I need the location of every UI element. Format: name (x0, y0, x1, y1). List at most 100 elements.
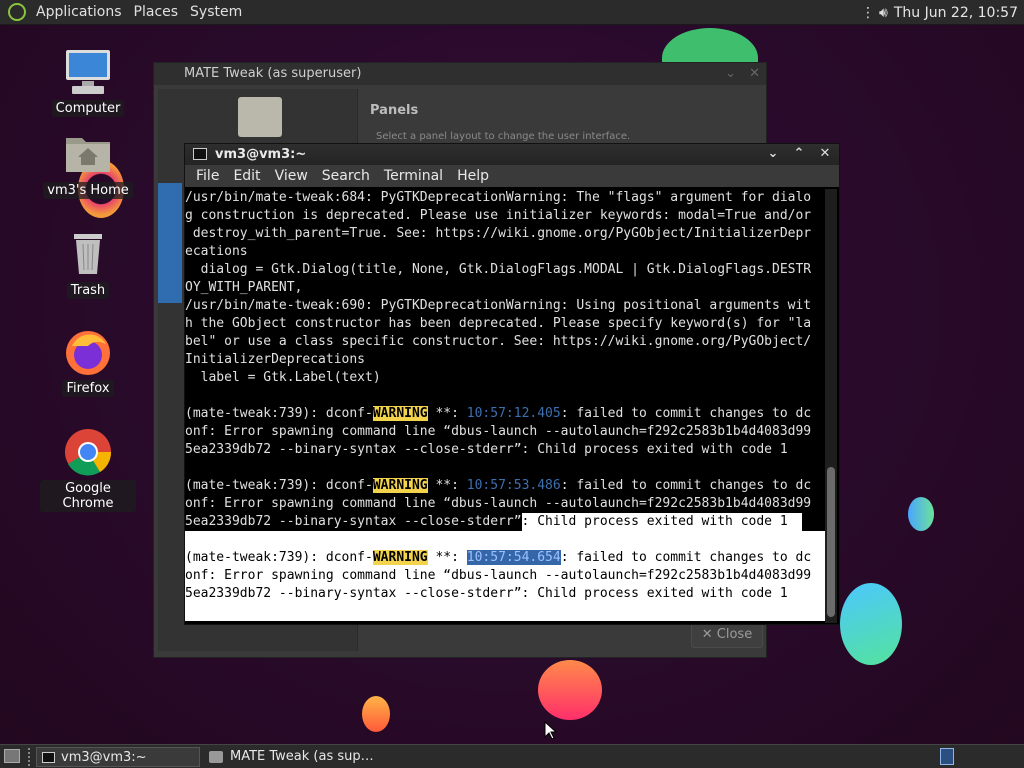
menu-view[interactable]: View (268, 168, 315, 184)
warning-level: WARNING (372, 550, 428, 565)
window-title: MATE Tweak (as superuser) (184, 66, 362, 81)
system-menu[interactable]: System (184, 0, 248, 25)
terminal-scrollbar[interactable] (825, 189, 837, 623)
output-line: ecations (185, 244, 248, 259)
menu-search[interactable]: Search (315, 168, 377, 184)
desktop-icon-home[interactable]: vm3's Home (40, 128, 136, 199)
output-text: 5ea2339db72 --binary-syntax --close-stde… (185, 514, 522, 529)
chevron-down-icon[interactable]: ⌄ (725, 63, 736, 85)
output-line: bel" or use a class specific constructor… (185, 334, 812, 349)
maximize-button[interactable]: ⌃ (789, 145, 809, 163)
applications-menu[interactable]: Applications (30, 0, 128, 25)
selected-line: 5ea2339db72 --binary-syntax --close-stde… (185, 585, 827, 603)
trash-icon (62, 228, 114, 280)
output-line: OY_WITH_PARENT, (185, 280, 303, 295)
output-line: /usr/bin/mate-tweak:684: PyGTKDeprecatio… (185, 190, 812, 205)
terminal-menubar: File Edit View Search Terminal Help (185, 165, 839, 187)
warning-level: WARNING (372, 406, 428, 421)
mate-tweak-titlebar[interactable]: MATE Tweak (as superuser) ✕ ⌄ (154, 63, 766, 85)
menu-file[interactable]: File (189, 168, 226, 184)
output-line: destroy_with_parent=True. See: https://w… (185, 226, 812, 241)
taskbar-item-terminal[interactable]: vm3@vm3:~ (36, 747, 200, 767)
selected-line (185, 603, 827, 621)
warning-text: : failed to commit changes to dc (560, 406, 812, 421)
output-line: /usr/bin/mate-tweak:690: PyGTKDeprecatio… (185, 298, 812, 313)
output-line: 5ea2339db72 --binary-syntax --close-stde… (185, 513, 827, 531)
close-button[interactable]: ✕ (815, 145, 835, 163)
home-folder-icon (62, 128, 114, 180)
wallpaper-blob (362, 696, 390, 732)
terminal-output[interactable]: /usr/bin/mate-tweak:684: PyGTKDeprecatio… (185, 189, 827, 623)
scrollbar-thumb[interactable] (827, 467, 835, 617)
desktop-icon-firefox[interactable]: Firefox (40, 326, 136, 397)
minimize-button[interactable]: ⌄ (763, 145, 783, 163)
warning-stars: **: (427, 478, 467, 493)
mate-tweak-icon (209, 751, 223, 763)
desktop-icon-chrome[interactable]: Google Chrome (40, 426, 136, 512)
warning-text: : failed to commit changes to dc (560, 550, 812, 565)
warning-text: : failed to commit changes to dc (560, 478, 812, 493)
warning-stars: **: (427, 550, 467, 565)
section-title: Panels (370, 103, 419, 118)
warning-stars: **: (427, 406, 467, 421)
wallpaper-blob (908, 497, 934, 531)
panel-separator (28, 748, 31, 766)
menu-edit[interactable]: Edit (226, 168, 267, 184)
warning-line: (mate-tweak:739): dconf-WARNING **: 10:5… (185, 477, 827, 495)
volume-icon[interactable]: 🔊︎ (879, 5, 888, 21)
show-desktop-icon[interactable] (4, 749, 20, 763)
window-title: vm3@vm3:~ (215, 147, 307, 162)
chrome-icon (62, 426, 114, 478)
output-line: dialog = Gtk.Dialog(title, None, Gtk.Dia… (185, 262, 812, 277)
output-line: onf: Error spawning command line “dbus-l… (185, 496, 812, 511)
desktop-icon-label: Firefox (62, 380, 114, 397)
warning-line: (mate-tweak:739): dconf-WARNING **: 10:5… (185, 405, 827, 423)
desktop-icon-label: Computer (51, 100, 125, 117)
close-icon[interactable]: ✕ (749, 63, 760, 85)
output-line: g construction is deprecated. Please use… (185, 208, 812, 223)
bottom-panel: vm3@vm3:~ MATE Tweak (as sup… (0, 744, 1024, 768)
terminal-titlebar[interactable]: vm3@vm3:~ ⌄ ⌃ ✕ (185, 144, 839, 165)
menu-terminal[interactable]: Terminal (377, 168, 450, 184)
desktop-icon-label: Trash (66, 282, 110, 299)
mouse-cursor-icon (544, 721, 558, 740)
warning-prefix: (mate-tweak:739): dconf- (185, 478, 373, 493)
selected-line: onf: Error spawning command line “dbus-l… (185, 567, 827, 585)
warning-timestamp: 10:57:53.486 (466, 478, 561, 493)
desktop-icon-trash[interactable]: Trash (40, 228, 136, 299)
close-button[interactable]: ✕ Close (691, 622, 763, 648)
sidebar-item-desktop[interactable] (158, 183, 182, 303)
tray-dots-icon[interactable]: ⋮ (861, 5, 875, 21)
firefox-icon (62, 326, 114, 378)
wallpaper-blob (538, 660, 602, 720)
warning-level: WARNING (372, 478, 428, 493)
warning-prefix: (mate-tweak:739): dconf- (185, 406, 373, 421)
warning-timestamp: 10:57:12.405 (466, 406, 561, 421)
clock[interactable]: Thu Jun 22, 10:57 (894, 5, 1018, 21)
wallpaper-blob (840, 583, 902, 665)
output-line: 5ea2339db72 --binary-syntax --close-stde… (185, 442, 788, 457)
menu-help[interactable]: Help (450, 168, 496, 184)
task-label: vm3@vm3:~ (61, 750, 147, 765)
output-line: h the GObject constructor has been depre… (185, 316, 812, 331)
desktop-icon-label: vm3's Home (43, 182, 133, 199)
taskbar-item-mate-tweak[interactable]: MATE Tweak (as sup… (206, 747, 386, 767)
output-line: onf: Error spawning command line “dbus-l… (185, 424, 812, 439)
terminal-icon (193, 148, 207, 160)
places-menu[interactable]: Places (128, 0, 185, 25)
warning-prefix: (mate-tweak:739): dconf- (185, 550, 373, 565)
terminal-icon (42, 752, 55, 763)
section-subtitle: Select a panel layout to change the user… (376, 131, 631, 142)
desktop-icon-computer[interactable]: Computer (40, 46, 136, 117)
computer-icon (62, 46, 114, 98)
selected-line (185, 531, 827, 549)
mate-logo-icon[interactable] (8, 3, 26, 21)
output-line: label = Gtk.Label(text) (185, 370, 381, 385)
selected-warning-line: (mate-tweak:739): dconf-WARNING **: 10:5… (185, 549, 827, 567)
folder-icon (238, 97, 282, 137)
workspace-switcher[interactable] (940, 748, 954, 765)
desktop-icon-label: Google Chrome (40, 480, 136, 512)
task-label: MATE Tweak (as sup… (230, 749, 374, 764)
